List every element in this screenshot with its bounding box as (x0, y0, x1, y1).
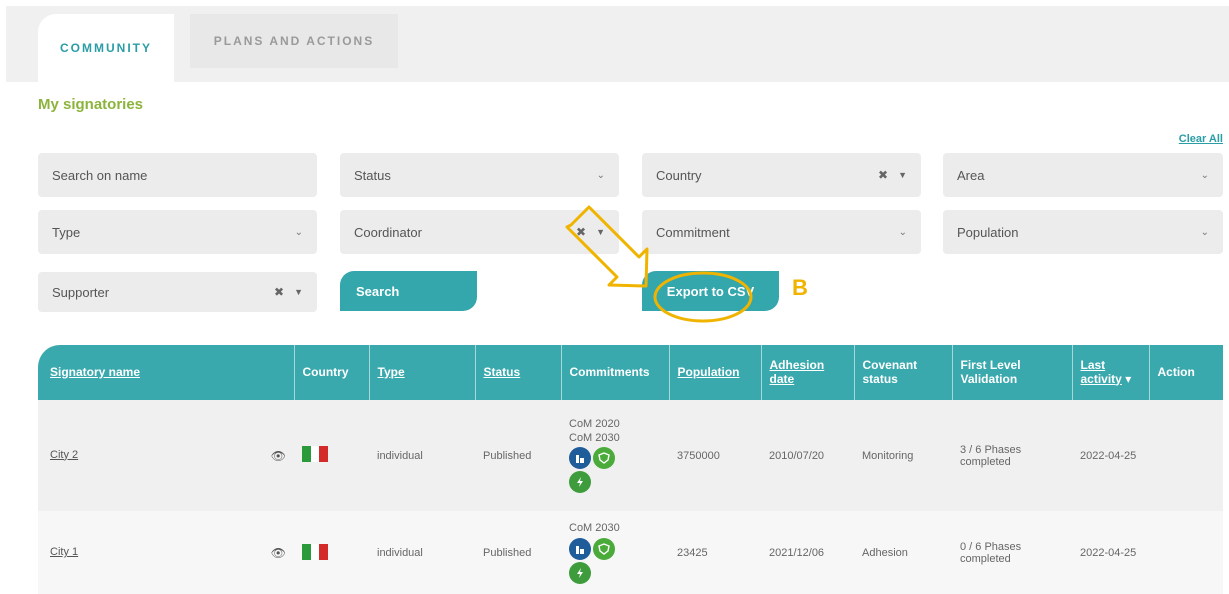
adaptation-shield-icon (593, 537, 615, 560)
clear-icon[interactable]: ✖ (878, 168, 888, 182)
italy-flag-icon (302, 446, 329, 462)
chevron-down-icon: ⌄ (1200, 226, 1209, 238)
mitigation-icon (569, 537, 591, 560)
cell-population: 23425 (677, 547, 708, 559)
col-status[interactable]: Status (474, 345, 561, 400)
col-covenant-status: Covenant status (853, 345, 952, 400)
sort-desc-icon[interactable]: ▾ (1125, 372, 1131, 386)
commitment-label: CoM 2030 (569, 431, 620, 444)
chevron-down-icon: ⌄ (294, 226, 303, 238)
cell-action (1149, 511, 1223, 594)
col-country: Country (293, 345, 369, 400)
col-signatory-name[interactable]: Signatory name (38, 345, 294, 400)
mitigation-icon (569, 446, 591, 469)
type-select[interactable]: Type ⌄ (38, 210, 317, 254)
cell-status: Published (483, 547, 532, 559)
clear-icon[interactable]: ✖ (576, 225, 586, 239)
col-population[interactable]: Population (668, 345, 761, 400)
cell-action (1149, 400, 1223, 511)
chevron-down-icon: ⌄ (596, 169, 605, 181)
population-select[interactable]: Population ⌄ (943, 210, 1223, 254)
col-action: Action (1148, 345, 1223, 400)
cell-last-activity: 2022-04-25 (1080, 449, 1137, 462)
coordinator-select[interactable]: Coordinator ✖ ▼ (340, 210, 619, 254)
cell-validation: 3 / 6 Phases completed (960, 443, 1022, 468)
population-select-label: Population (957, 224, 1019, 240)
energy-poverty-icon (569, 561, 591, 584)
cell-adhesion-date: 2010/07/20 (769, 449, 825, 462)
table-header-row: Signatory name Country Type Status Commi… (38, 345, 1223, 400)
coordinator-select-label: Coordinator (354, 224, 422, 240)
italy-flag-icon (302, 543, 329, 560)
adaptation-shield-icon (593, 446, 615, 469)
commitment-label: CoM 2020 (569, 418, 620, 431)
search-name-placeholder: Search on name (52, 167, 148, 183)
cell-covenant-status: Monitoring (862, 449, 914, 462)
eye-icon[interactable]: 👁 (271, 546, 286, 560)
cell-name: City 2 👁 (38, 400, 294, 511)
cell-country (294, 511, 369, 594)
cell-type: individual (377, 449, 423, 462)
cell-name: City 1 👁 (38, 511, 294, 594)
annotation-label: B (792, 275, 808, 300)
clear-icon[interactable]: ✖ (274, 285, 284, 299)
col-first-level-validation: First Level Validation (951, 345, 1072, 400)
cell-last-activity: 2022-04-25 (1080, 547, 1137, 559)
search-button[interactable]: Search (340, 271, 477, 311)
commitment-select[interactable]: Commitment ⌄ (642, 210, 921, 254)
cell-type: individual (377, 547, 423, 559)
export-csv-button[interactable]: Export to CSV (642, 271, 779, 311)
country-select-label: Country (656, 167, 702, 183)
caret-down-icon[interactable]: ▼ (898, 170, 907, 180)
clear-all-link[interactable]: Clear All (1179, 133, 1223, 145)
chevron-down-icon: ⌄ (898, 226, 907, 238)
col-type[interactable]: Type (368, 345, 475, 400)
supporter-select[interactable]: Supporter ✖ ▼ (38, 272, 317, 312)
col-last-activity[interactable]: Last activity ▾ (1071, 345, 1149, 400)
chevron-down-icon: ⌄ (1200, 169, 1209, 181)
supporter-select-label: Supporter (52, 284, 110, 300)
tab-community[interactable]: COMMUNITY (38, 14, 174, 82)
caret-down-icon[interactable]: ▼ (294, 287, 303, 297)
caret-down-icon[interactable]: ▼ (596, 227, 605, 237)
energy-poverty-icon (569, 470, 591, 493)
table-row: City 2 👁 individual Published CoM 2020 C… (38, 400, 1223, 511)
cell-commitments: CoM 2020 CoM 2030 (561, 400, 669, 511)
area-select-label: Area (957, 167, 985, 183)
col-adhesion-date[interactable]: Adhesion date (760, 345, 854, 400)
signatories-table: Signatory name Country Type Status Commi… (38, 345, 1223, 594)
signatory-link[interactable]: City 1 (50, 546, 78, 558)
cell-validation: 0 / 6 Phases completed (960, 541, 1022, 565)
eye-icon[interactable]: 👁 (271, 449, 286, 463)
tab-plans-and-actions[interactable]: PLANS AND ACTIONS (190, 14, 398, 68)
signatory-link[interactable]: City 2 (50, 449, 78, 461)
area-select[interactable]: Area ⌄ (943, 153, 1223, 197)
search-name-input[interactable]: Search on name (38, 153, 317, 197)
country-select[interactable]: Country ✖ ▼ (642, 153, 921, 197)
commitment-select-label: Commitment (656, 224, 730, 240)
cell-commitments: CoM 2030 (561, 511, 669, 594)
cell-country (294, 400, 369, 511)
cell-population: 3750000 (677, 449, 720, 462)
cell-status: Published (483, 449, 532, 462)
col-commitments: Commitments (560, 345, 669, 400)
type-select-label: Type (52, 224, 81, 240)
status-select[interactable]: Status ⌄ (340, 153, 619, 197)
status-select-label: Status (354, 167, 391, 183)
page-title: My signatories (38, 96, 144, 113)
cell-adhesion-date: 2021/12/06 (769, 547, 825, 559)
commitment-label: CoM 2030 (569, 522, 620, 535)
cell-covenant-status: Adhesion (862, 547, 908, 559)
table-row: City 1 👁 individual Published CoM 2030 2… (38, 511, 1223, 594)
